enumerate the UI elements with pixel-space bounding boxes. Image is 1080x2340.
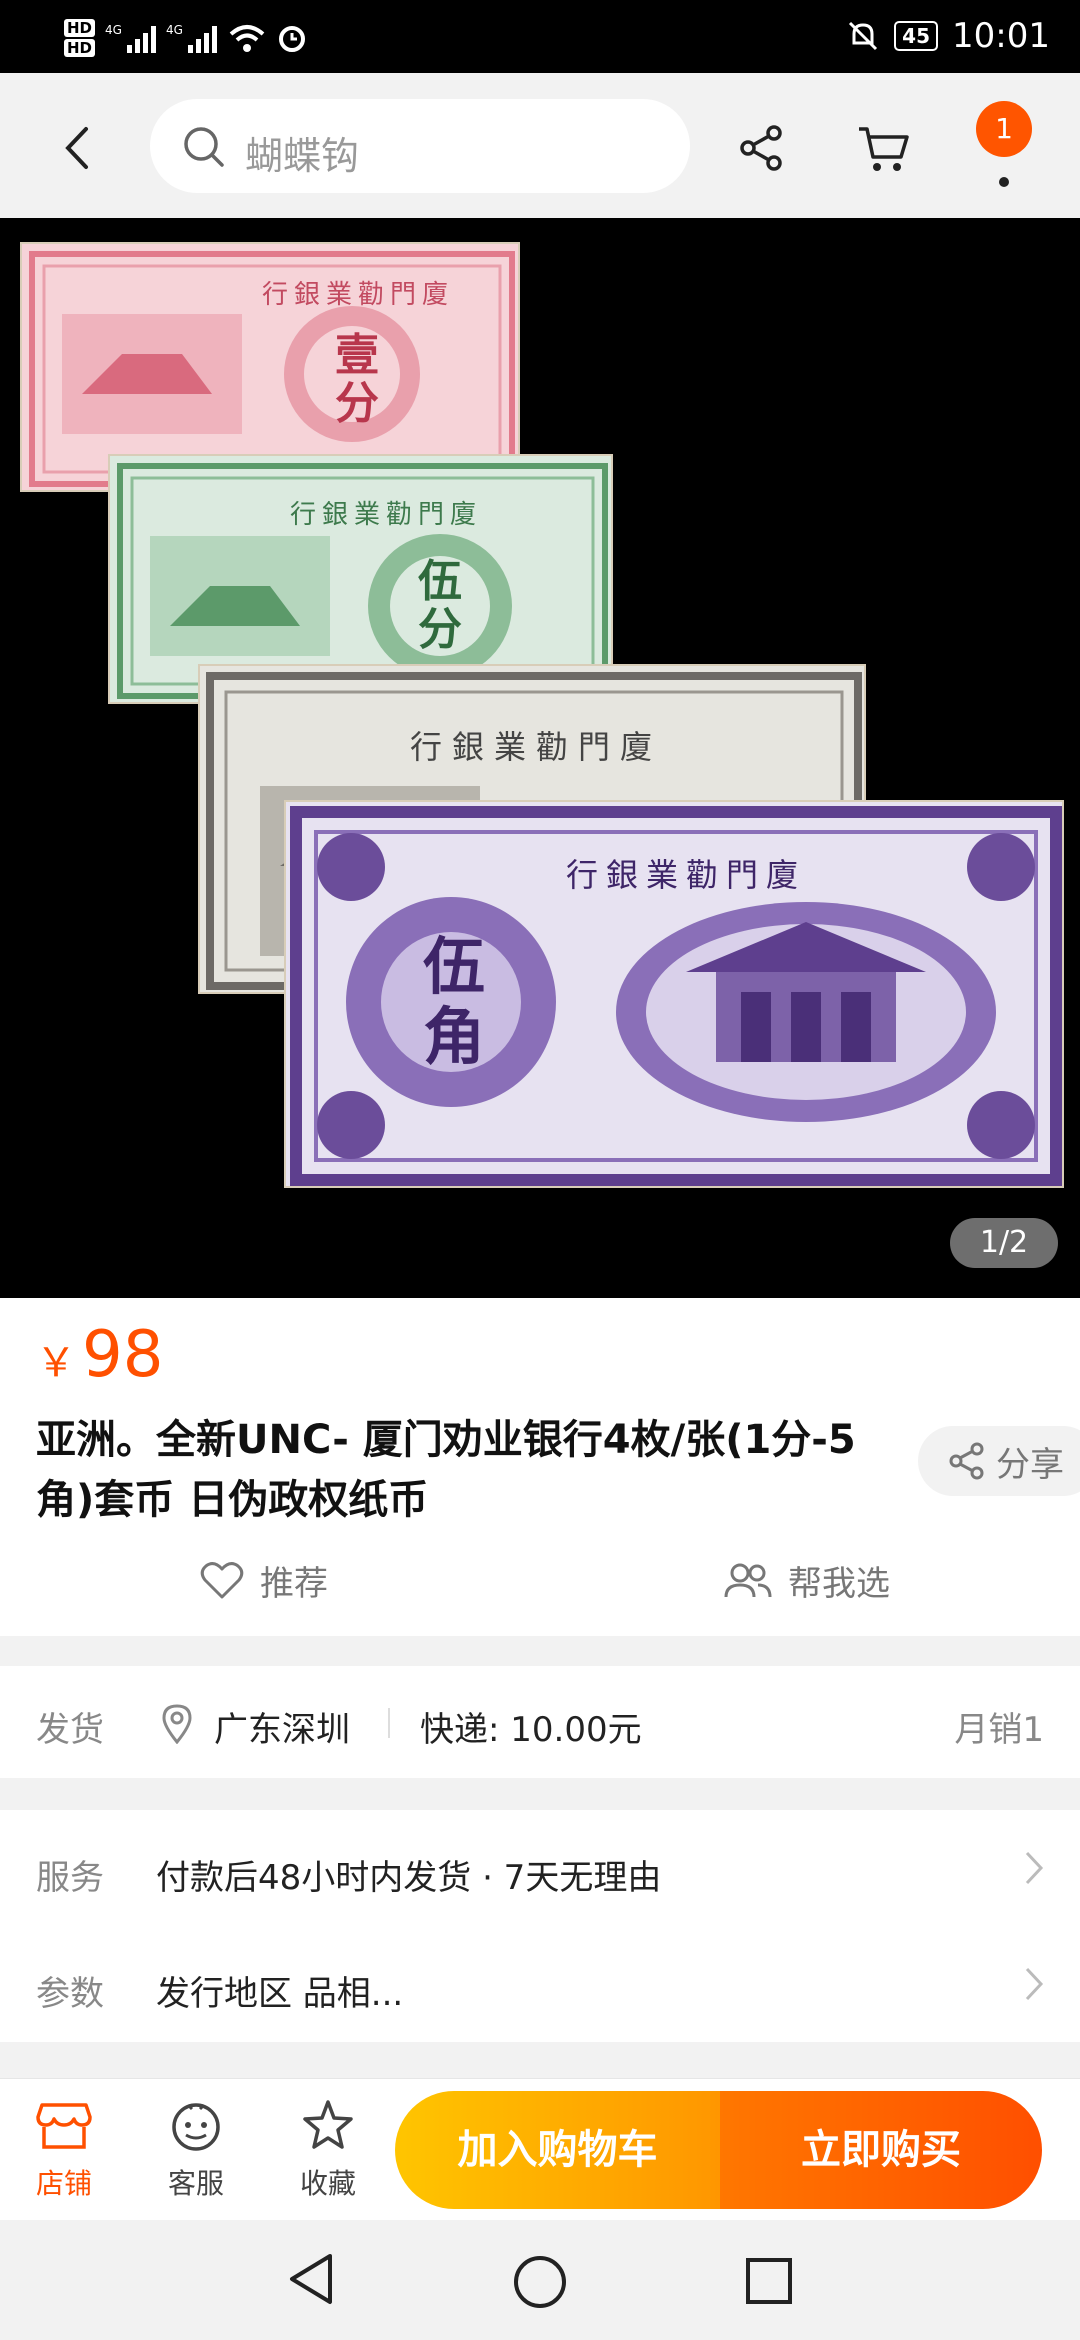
divider <box>388 1708 390 1738</box>
price: ￥ 98 <box>36 1318 163 1392</box>
help-choose-button[interactable]: 帮我选 <box>724 1556 890 1605</box>
service-label: 服务 <box>36 1858 104 1898</box>
banknote-1-value: 壹分 <box>335 330 379 429</box>
help-choose-label: 帮我选 <box>788 1564 890 1604</box>
favorite-label: 收藏 <box>299 2167 356 2200</box>
cart-icon[interactable] <box>855 121 911 177</box>
price-currency: ￥ <box>36 1340 76 1386</box>
recommend-button[interactable]: 推荐 <box>200 1556 328 1605</box>
monthly-sales: 月销1 <box>954 1710 1044 1750</box>
signal-icon-2: 4G <box>166 23 217 53</box>
network-type-2: 4G <box>165 23 183 37</box>
service-params-section: 服务 付款后48小时内发货 · 7天无理由 参数 发行地区 品相... <box>0 1810 1080 2042</box>
params-value: 发行地区 品相... <box>156 1974 404 2014</box>
people-icon <box>724 1563 772 1597</box>
shipping-label: 发货 <box>36 1710 104 1750</box>
more-badge[interactable]: 1 <box>976 101 1032 157</box>
nav-back-icon[interactable] <box>286 2250 336 2308</box>
image-counter: 1/2 <box>950 1218 1058 1268</box>
nav-recents-icon[interactable] <box>744 2256 794 2306</box>
status-bar: HD HD 4G 4G 45 10:01 <box>0 0 1080 73</box>
banknote-2-bank: 行銀業勸門廈 <box>290 500 483 530</box>
nav-home-icon[interactable] <box>512 2254 568 2310</box>
params-row[interactable]: 参数 发行地区 品相... <box>0 1926 1080 2042</box>
customer-service-label: 客服 <box>167 2167 224 2200</box>
bottom-action-bar: 店铺 客服 收藏 加入购物车 立即购买 <box>0 2078 1080 2220</box>
share-icon[interactable] <box>738 123 786 173</box>
add-to-cart-button[interactable]: 加入购物车 <box>395 2091 720 2209</box>
buy-now-button[interactable]: 立即购买 <box>720 2091 1042 2209</box>
banknote-4-bank: 行銀業勸門廈 <box>566 856 807 894</box>
search-icon <box>184 127 224 167</box>
customer-service-icon <box>172 2103 220 2151</box>
wifi-icon <box>229 25 265 52</box>
price-value: 98 <box>82 1318 164 1392</box>
recommend-label: 推荐 <box>260 1564 328 1604</box>
banknote-3-bank: 行銀業勸門廈 <box>410 728 663 766</box>
mute-bell-icon <box>849 21 878 51</box>
chevron-right-icon <box>1025 1851 1044 1885</box>
status-right: 45 10:01 <box>846 14 1050 58</box>
more-dot-icon[interactable] <box>999 177 1009 187</box>
search-placeholder: 蝴蝶钩 <box>245 134 360 178</box>
service-row[interactable]: 服务 付款后48小时内发货 · 7天无理由 <box>0 1810 1080 1926</box>
share-small-icon <box>949 1442 984 1480</box>
banknote-2-value: 伍分 <box>418 556 462 655</box>
favorite-button[interactable]: 收藏 <box>278 2099 378 2202</box>
product-info-card: ￥ 98 亚洲。全新UNC- 厦门劝业银行4枚/张(1分-5角)套币 日伪政权纸… <box>0 1298 1080 1636</box>
banknote-4: 行銀業勸門廈 伍角 <box>284 800 1064 1188</box>
signal-icon: 4G <box>105 23 156 53</box>
alarm-icon <box>278 26 305 52</box>
location-pin-icon <box>162 1704 192 1744</box>
heart-icon <box>200 1561 244 1598</box>
customer-service-button[interactable]: 客服 <box>146 2099 246 2202</box>
product-image-gallery[interactable]: 行銀業勸門廈 壹分 行銀業勸門廈 伍分 行銀業勸門廈 壹角 <box>0 218 1080 1298</box>
shipping-fee: 快递: 10.00元 <box>420 1710 642 1750</box>
share-button[interactable]: 分享 <box>918 1426 1080 1496</box>
search-input[interactable]: 蝴蝶钩 <box>150 99 690 193</box>
service-value: 付款后48小时内发货 · 7天无理由 <box>156 1858 662 1898</box>
shop-icon <box>36 2103 92 2149</box>
back-icon[interactable] <box>58 123 98 173</box>
hd-indicator: HD HD <box>64 19 96 57</box>
chevron-right-icon <box>1025 1967 1044 2001</box>
share-label: 分享 <box>996 1444 1064 1485</box>
system-nav-bar <box>0 2220 1080 2340</box>
shipping-row[interactable]: 发货 广东深圳 快递: 10.00元 月销1 <box>0 1666 1080 1778</box>
banknote-4-value: 伍角 <box>422 930 485 1073</box>
network-type-1: 4G <box>105 23 122 37</box>
params-label: 参数 <box>36 1974 104 2014</box>
shop-button[interactable]: 店铺 <box>14 2099 114 2202</box>
status-time: 10:01 <box>952 16 1050 56</box>
battery-indicator: 45 <box>894 21 939 51</box>
hd-bottom-label: HD <box>64 39 96 57</box>
star-icon <box>303 2100 353 2149</box>
top-header: 蝴蝶钩 1 <box>0 73 1080 218</box>
shop-label: 店铺 <box>35 2167 92 2200</box>
product-title: 亚洲。全新UNC- 厦门劝业银行4枚/张(1分-5角)套币 日伪政权纸币 <box>36 1417 856 1523</box>
hd-top-label: HD <box>64 19 96 37</box>
shipping-location: 广东深圳 <box>214 1710 350 1750</box>
status-left: HD HD 4G 4G <box>64 10 307 66</box>
banknote-1-bank: 行銀業勸門廈 <box>262 280 455 310</box>
